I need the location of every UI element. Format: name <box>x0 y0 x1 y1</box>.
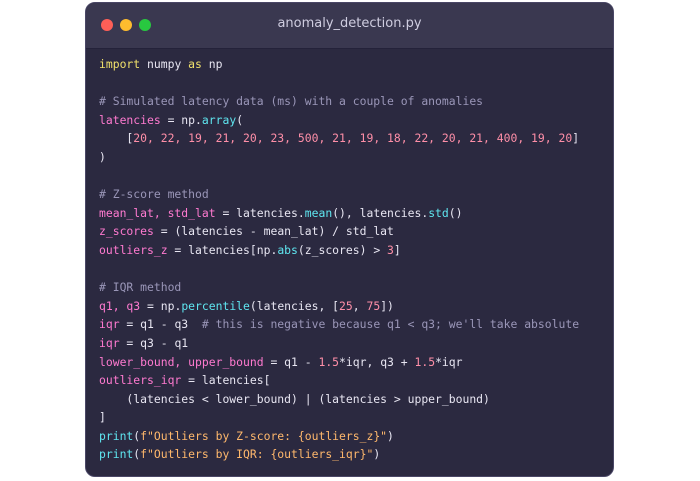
code-token: mean <box>304 205 333 220</box>
code-token: np <box>201 57 223 71</box>
code-line: q1, q3 = np.percentile(latencies, [25, 7… <box>99 297 607 316</box>
code-token: = q1 - q3 <box>119 317 202 332</box>
code-token: ]) <box>380 298 394 313</box>
code-line: mean_lat, std_lat = latencies.mean(), la… <box>99 204 607 223</box>
code-token: 3 <box>387 242 394 257</box>
code-line: outliers_iqr = latencies[ <box>99 371 607 390</box>
code-token: = np. <box>140 298 182 313</box>
code-token: 1.5 <box>318 354 340 369</box>
code-token: outliers_z <box>99 242 168 257</box>
code-token: import <box>99 57 141 71</box>
code-token: # Z-score method <box>99 187 209 202</box>
code-token: print <box>99 447 134 462</box>
code-token: , <box>352 298 367 313</box>
code-token: iqr <box>99 317 120 332</box>
code-line: iqr = q1 - q3 # this is negative because… <box>99 315 607 334</box>
code-token: = q3 - q1 <box>119 335 189 350</box>
code-token: ) <box>373 447 381 462</box>
code-token: ( <box>236 112 244 127</box>
code-token: abs <box>277 242 298 257</box>
code-window: anomaly_detection.py import numpy as np … <box>85 2 614 477</box>
code-token: print <box>99 428 134 443</box>
code-token: ] <box>572 131 580 146</box>
code-token: q1, q3 <box>99 298 141 313</box>
code-token: *iqr, q3 + <box>339 354 415 369</box>
code-token: percentile <box>181 298 250 313</box>
code-token: 25 <box>339 298 353 313</box>
code-token: = latencies. <box>215 205 305 220</box>
code-token: 1.5 <box>414 354 436 369</box>
code-token: (z_scores) > <box>297 242 388 257</box>
code-token: ] <box>393 242 401 257</box>
code-token: 75 <box>366 298 381 313</box>
code-line: iqr = q3 - q1 <box>99 334 607 353</box>
code-token: # this is negative because q1 < q3; we'l… <box>201 317 580 332</box>
code-token: ) <box>387 428 394 443</box>
code-token: outliers_iqr <box>99 373 182 388</box>
code-token: # IQR method <box>99 280 182 295</box>
code-token: as <box>188 57 202 71</box>
code-token: = np. <box>160 112 202 127</box>
code-token: [ <box>99 131 134 146</box>
code-token: = latencies[np. <box>167 242 278 257</box>
code-line: # IQR method <box>99 278 607 297</box>
code-line: print(f"Outliers by Z-score: {outliers_z… <box>99 427 607 446</box>
code-editor[interactable]: import numpy as np # Simulated latency d… <box>99 55 607 464</box>
code-line: print(f"Outliers by IQR: {outliers_iqr}"… <box>99 445 607 464</box>
code-token: ) <box>99 149 106 164</box>
code-token: iqr <box>99 335 120 350</box>
code-token: f"Outliers by IQR: {outliers_iqr}" <box>140 447 374 462</box>
code-token: = latencies[ <box>181 373 271 388</box>
code-token: lower_bound, upper_bound <box>99 354 264 369</box>
code-token: mean_lat, std_lat <box>99 205 216 220</box>
code-line: latencies = np.array( <box>99 111 607 130</box>
code-token: () <box>448 205 463 220</box>
code-line: [20, 22, 19, 21, 20, 23, 500, 21, 19, 18… <box>99 129 607 148</box>
code-line: ) <box>99 148 607 167</box>
code-token: = (latencies - mean_lat) / std_lat <box>153 224 394 239</box>
code-token: numpy <box>140 57 189 71</box>
code-token: z_scores <box>99 224 154 239</box>
window-title: anomaly_detection.py <box>277 16 422 31</box>
code-line: z_scores = (latencies - mean_lat) / std_… <box>99 222 607 241</box>
code-line: lower_bound, upper_bound = q1 - 1.5*iqr,… <box>99 353 607 372</box>
code-line: ] <box>99 408 607 427</box>
code-token: f"Outliers by Z-score: {outliers_z}" <box>140 428 388 443</box>
code-token: (latencies < lower_bound) | (latencies >… <box>99 391 490 406</box>
code-line: outliers_z = latencies[np.abs(z_scores) … <box>99 241 607 260</box>
code-token: std <box>428 205 449 220</box>
code-token: 20, 22, 19, 21, 20, 23, 500, 21, 19, 18,… <box>133 131 573 146</box>
code-token: *iqr <box>435 354 463 369</box>
code-line: # Simulated latency data (ms) with a cou… <box>99 92 607 111</box>
code-token: # Simulated latency data (ms) with a cou… <box>99 94 484 109</box>
code-token: ] <box>99 410 106 425</box>
code-token: array <box>201 112 237 127</box>
code-token: latencies <box>99 112 161 127</box>
code-token: (latencies, [ <box>249 298 340 313</box>
title-bar: anomaly_detection.py <box>86 3 613 49</box>
code-line: import numpy as np <box>99 55 607 74</box>
code-token: (), latencies. <box>332 205 429 220</box>
code-token: = q1 - <box>263 354 319 369</box>
code-line: # Z-score method <box>99 185 607 204</box>
code-line: (latencies < lower_bound) | (latencies >… <box>99 390 607 409</box>
